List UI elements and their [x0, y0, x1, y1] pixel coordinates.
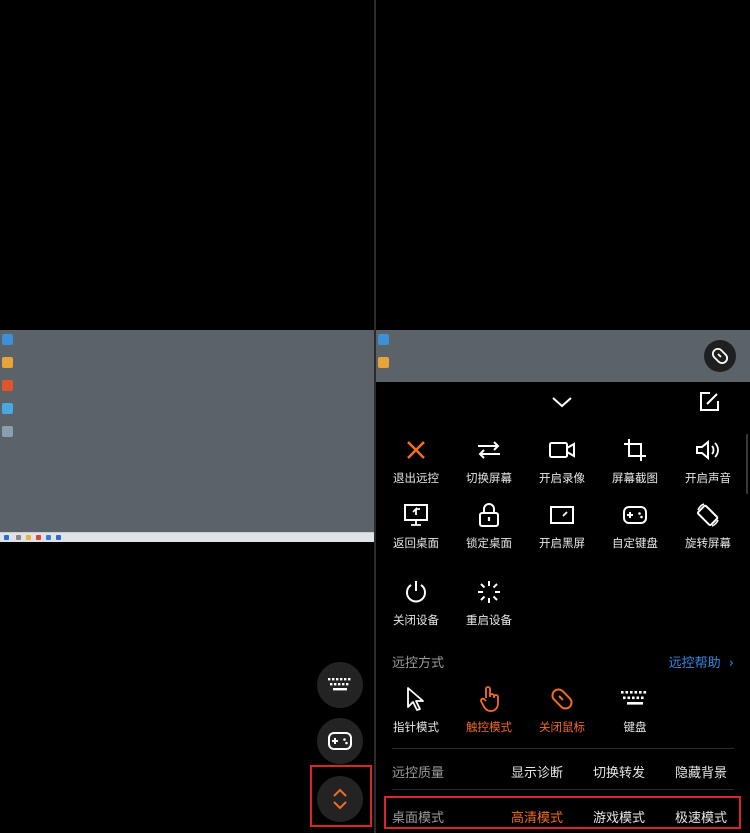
divider [392, 748, 734, 749]
speaker-icon [696, 439, 719, 461]
taskbar-item-icon [56, 535, 61, 540]
power-icon [406, 581, 426, 603]
switch-arrows-icon [478, 441, 500, 459]
taskbar-item-icon [46, 535, 51, 540]
taskbar-item-icon [36, 535, 41, 540]
mode-label: 指针模式 [393, 720, 439, 734]
grid-label: 开启黑屏 [539, 536, 585, 550]
disable-mouse-button[interactable]: 关闭鼠标 [526, 683, 598, 735]
lock-icon [479, 503, 499, 527]
gamepad-icon [328, 732, 352, 750]
collapse-button[interactable] [551, 394, 573, 413]
grid-label: 锁定桌面 [466, 536, 512, 550]
app-icon [2, 380, 13, 391]
network-icon [2, 403, 13, 414]
mouse-icon [551, 688, 573, 710]
pointer-mode-button[interactable]: 指针模式 [380, 683, 452, 735]
sound-button[interactable]: 开启声音 [672, 434, 744, 486]
remote-desktop-preview[interactable] [376, 330, 750, 382]
recycle-bin-icon [378, 334, 389, 345]
restart-button[interactable]: 重启设备 [453, 576, 525, 628]
edit-icon [700, 392, 719, 411]
restart-spinner-icon [478, 581, 500, 603]
recycle-bin-icon [2, 334, 13, 345]
grid-label: 旋转屏幕 [685, 536, 731, 550]
black-screen-button[interactable]: 开启黑屏 [526, 499, 598, 551]
right-remote-view: 退出远控 切换屏幕 开启录像 屏幕截图 开启声音 返回桌面 锁定桌面 开启黑屏 … [376, 0, 750, 833]
custom-keyboard-button[interactable]: 自定键盘 [599, 499, 671, 551]
start-icon [4, 535, 9, 540]
switch-screen-button[interactable]: 切换屏幕 [453, 434, 525, 486]
file-icon [2, 426, 13, 437]
close-icon [407, 441, 425, 459]
hide-background-button[interactable]: 隐藏背景 [675, 762, 727, 781]
return-desktop-button[interactable]: 返回桌面 [380, 499, 452, 551]
grid-label: 退出远控 [393, 471, 439, 485]
keyboard-icon [328, 678, 351, 691]
diagnostics-button[interactable]: 显示诊断 [511, 762, 563, 781]
highlight-box [310, 765, 372, 827]
grid-label: 切换屏幕 [466, 471, 512, 485]
screenshot-button[interactable]: 屏幕截图 [599, 434, 671, 486]
grid-label: 屏幕截图 [612, 471, 658, 485]
desktop-icons [378, 334, 392, 380]
mode-label: 触控模式 [466, 720, 512, 734]
mouse-off-icon [711, 347, 729, 365]
taskbar-item-icon [16, 535, 21, 540]
remote-desktop-preview[interactable] [0, 330, 374, 542]
taskbar [0, 532, 374, 542]
help-link-text: 远控帮助 [668, 656, 721, 671]
control-mode-label: 远控方式 [392, 656, 445, 671]
chevron-right-icon: › [728, 656, 734, 671]
lock-desktop-button[interactable]: 锁定桌面 [453, 499, 525, 551]
chevron-down-icon [552, 397, 572, 408]
desktop-icons [2, 334, 16, 449]
highlight-box [384, 796, 741, 829]
remote-quick-button[interactable] [704, 340, 736, 372]
gamepad-fab-button[interactable] [317, 718, 363, 764]
grid-label: 返回桌面 [393, 536, 439, 550]
monitor-return-icon [404, 504, 428, 526]
quality-label: 远控质量 [392, 766, 445, 781]
mode-label: 键盘 [623, 720, 647, 734]
panel-header [376, 382, 750, 426]
edit-button[interactable] [698, 391, 720, 417]
browser-icon [378, 357, 389, 368]
grid-label: 关闭设备 [393, 613, 439, 627]
scrollbar[interactable] [746, 434, 748, 494]
browser-icon [2, 357, 13, 368]
mode-label: 关闭鼠标 [539, 720, 585, 734]
touch-icon [480, 686, 499, 712]
divider [392, 789, 734, 790]
left-remote-view [0, 0, 374, 833]
shutdown-button[interactable]: 关闭设备 [380, 576, 452, 628]
taskbar-item-icon [26, 535, 31, 540]
pointer-icon [407, 687, 424, 711]
video-camera-icon [549, 442, 575, 458]
record-button[interactable]: 开启录像 [526, 434, 598, 486]
gamepad-icon [623, 506, 647, 524]
keyboard-fab-button[interactable] [317, 662, 363, 708]
rotate-screen-button[interactable]: 旋转屏幕 [672, 499, 744, 551]
rotate-screen-icon [697, 503, 719, 527]
grid-label: 开启声音 [685, 471, 731, 485]
crop-icon [624, 439, 646, 461]
touch-mode-button[interactable]: 触控模式 [453, 683, 525, 735]
control-panel: 退出远控 切换屏幕 开启录像 屏幕截图 开启声音 返回桌面 锁定桌面 开启黑屏 … [376, 382, 750, 833]
switch-relay-button[interactable]: 切换转发 [593, 762, 645, 781]
grid-label: 重启设备 [466, 613, 512, 627]
grid-label: 开启录像 [539, 471, 585, 485]
remote-help-link[interactable]: 远控帮助 › [669, 652, 734, 671]
exit-remote-button[interactable]: 退出远控 [380, 434, 452, 486]
keyboard-icon [621, 691, 647, 705]
keyboard-mode-button[interactable]: 键盘 [599, 683, 671, 735]
grid-label: 自定键盘 [612, 536, 658, 550]
black-screen-icon [550, 506, 574, 524]
